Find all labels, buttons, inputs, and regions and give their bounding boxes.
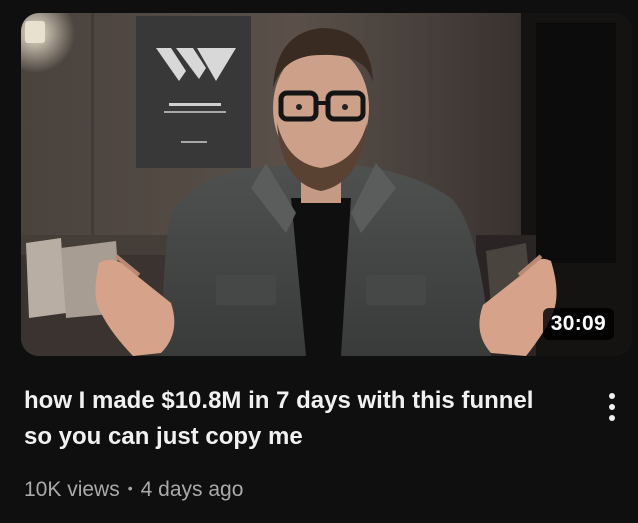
menu-dot [609, 404, 615, 410]
menu-dot [609, 415, 615, 421]
menu-dot [609, 393, 615, 399]
upload-age: 4 days ago [140, 478, 244, 501]
thumbnail-image [21, 13, 632, 356]
video-title[interactable]: how I made $10.8M in 7 days with this fu… [24, 383, 544, 455]
duration-badge: 30:09 [542, 308, 614, 340]
more-vert-icon[interactable] [598, 383, 626, 431]
meta-separator: • [127, 480, 133, 496]
video-card[interactable]: 30:09 how I made $10.8M in 7 days with t… [0, 0, 638, 523]
video-thumbnail[interactable]: 30:09 [21, 13, 632, 356]
video-metadata: 10K views • 4 days ago [24, 477, 243, 504]
view-count: 10K views [24, 478, 120, 501]
